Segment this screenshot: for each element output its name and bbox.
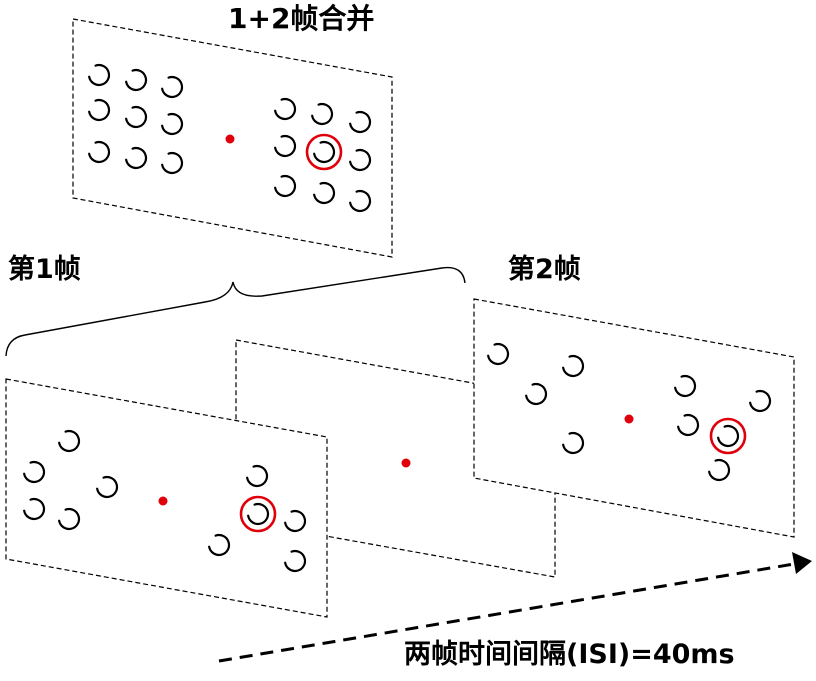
time-arrow-head [792, 552, 812, 574]
merged-frames-label: 1+2帧合并 [228, 2, 375, 35]
frame-1-label: 第1帧 [8, 254, 81, 285]
panel-merged-frames [72, 18, 393, 258]
diagram-canvas [5, 18, 812, 663]
frame-2-label: 第2帧 [508, 254, 581, 285]
diagram-stage: 1+2帧合并 第1帧 第2帧 两帧时间间隔(ISI)=40ms [0, 0, 816, 677]
isi-duration-label: 两帧时间间隔(ISI)=40ms [404, 639, 735, 670]
fixation-dot [624, 414, 634, 424]
fixation-dot [225, 134, 235, 144]
fixation-dot [158, 496, 168, 506]
fixation-dot [401, 458, 411, 468]
